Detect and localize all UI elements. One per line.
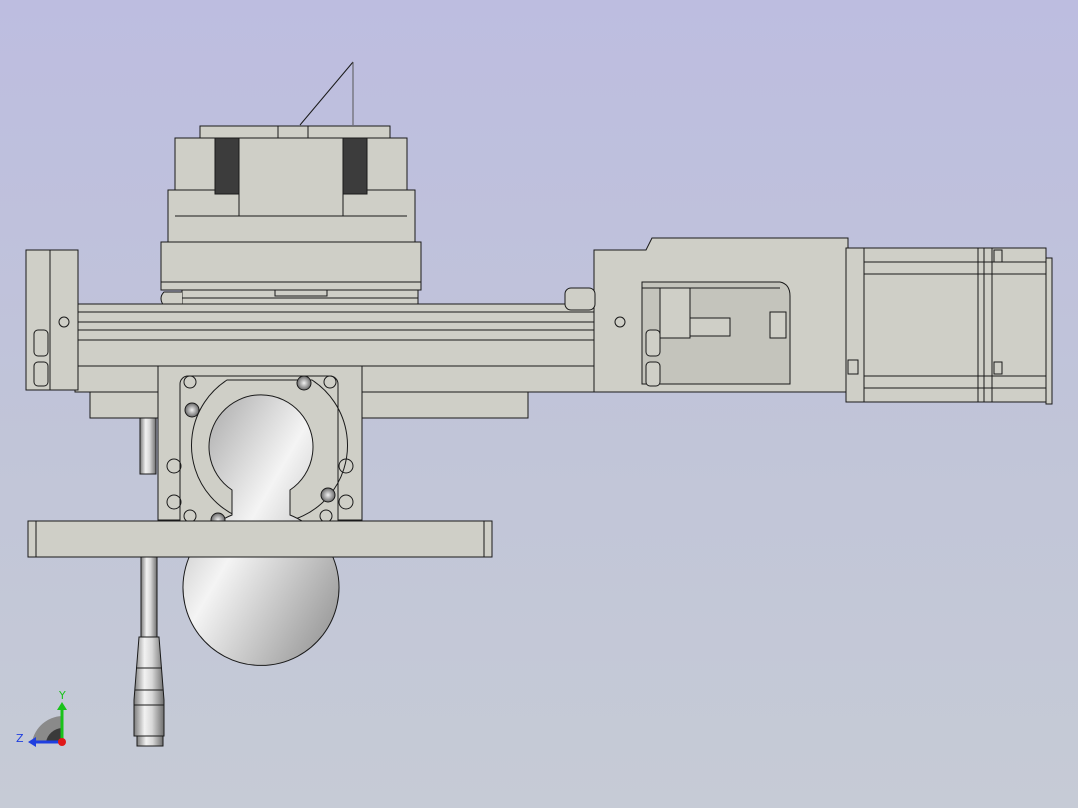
- z-arrowhead-icon: [28, 737, 36, 747]
- vise-block[interactable]: [167, 125, 416, 243]
- vise-jaw-right: [342, 137, 368, 195]
- y-axis-label: Y: [59, 689, 66, 702]
- screw-icon: [296, 375, 312, 391]
- y-arrowhead-icon: [57, 702, 67, 710]
- rotary-flange[interactable]: [157, 365, 363, 666]
- vise-base[interactable]: [160, 241, 422, 291]
- motor-housing[interactable]: [564, 237, 849, 393]
- screw-icon: [320, 487, 336, 503]
- handle-shaft[interactable]: [133, 556, 165, 747]
- indicator-needle: [299, 61, 354, 126]
- left-end-plate[interactable]: [25, 249, 79, 391]
- support-post[interactable]: [139, 417, 157, 475]
- x-axis-dot: [58, 738, 66, 746]
- axis-triad: [28, 702, 67, 747]
- stepper-motor[interactable]: [845, 247, 1053, 405]
- vise-jaw-left: [214, 137, 240, 195]
- screw-icon: [184, 402, 200, 418]
- z-axis-label: Z: [16, 732, 24, 745]
- cad-viewport[interactable]: Y Z: [0, 0, 1078, 808]
- linear-rail[interactable]: [74, 303, 596, 331]
- base-plate[interactable]: [27, 520, 493, 558]
- assembly-drawing[interactable]: [0, 0, 1078, 808]
